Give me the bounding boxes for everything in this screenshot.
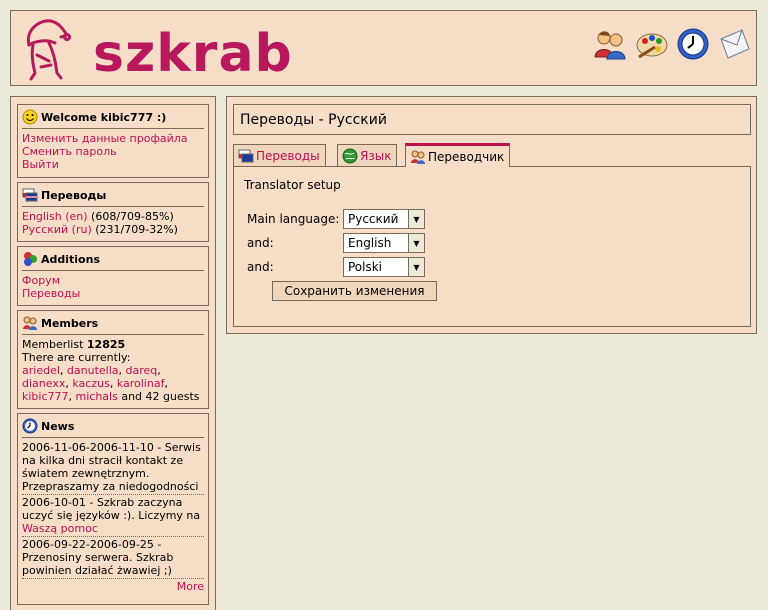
site-logo[interactable]: szkrab [15,15,305,86]
user-link-kibic777[interactable]: kibic777 [22,390,69,403]
save-button[interactable]: Сохранить изменения [272,281,437,301]
guests-text: and 42 guests [121,390,200,403]
additions-box: Additions Форум Переводы [17,246,209,306]
second-language-label: and: [247,236,274,250]
news-box: News 2006-11-06-2006-11-10 - Serwis na k… [17,413,209,605]
more-news-link[interactable]: More [177,580,204,593]
shapes-icon [24,252,37,266]
additions-title-text: Additions [41,252,100,266]
globe-icon [342,148,358,164]
news-title-text: News [41,419,75,433]
translation-item-ru: Русский (ru) (231/709-32%) [22,223,204,236]
members-title-text: Members [41,316,99,330]
forum-link[interactable]: Форум [22,274,60,287]
additions-title: Additions [22,251,204,271]
edit-profile-link[interactable]: Изменить данные профайла [22,132,188,145]
members-box: Members Memberlist 12825 There are curre… [17,310,209,409]
translation-item-en: English (en) (608/709-85%) [22,210,204,223]
second-language-row: and: English ▼ [247,233,425,253]
tab-language-label: Язык [360,149,392,163]
welcome-title-text: Welcome kibic777 :) [41,110,167,124]
smiley-icon [22,109,38,125]
page-title: Переводы - Русский [233,104,751,135]
panel-heading: Translator setup [244,178,341,192]
memberlist-label: Memberlist [22,338,84,351]
chevron-down-icon[interactable]: ▼ [408,234,424,252]
change-password-link[interactable]: Сменить пароль [22,145,117,158]
sidebar: Welcome kibic777 :) Изменить данные проф… [10,96,216,610]
news-text: 2006-10-01 - Szkrab zaczyna uczyć się ję… [22,496,201,522]
second-language-select[interactable]: English ▼ [343,233,425,253]
flags-icon [238,149,254,163]
third-language-value: Polski [348,260,383,274]
logout-link[interactable]: Выйти [22,158,59,171]
tab-language[interactable]: Язык [337,144,398,167]
translator-panel: Translator setup Main language: Русский … [233,166,751,327]
news-item: 2006-11-06-2006-11-10 - Serwis na kilka … [22,441,204,495]
translations-link[interactable]: Переводы [22,287,80,300]
tab-translations[interactable]: Переводы [233,144,326,167]
tab-translator[interactable]: Переводчик [405,143,511,167]
memberlist-count: 12825 [86,338,126,351]
news-title: News [22,418,204,438]
palette-icon[interactable] [635,27,669,61]
users-icon[interactable] [593,27,627,61]
third-language-row: and: Polski ▼ [247,257,425,277]
user-link-kaczus[interactable]: kaczus [72,377,109,390]
currently-text: There are currently: [22,351,131,364]
news-item: 2006-10-01 - Szkrab zaczyna uczyć się ję… [22,496,204,537]
memberlist-line: Memberlist 12825 [22,338,204,351]
envelope-icon[interactable] [718,27,752,61]
news-text: 2006-11-06-2006-11-10 - Serwis na kilka … [22,441,201,493]
translation-en-link[interactable]: English (en) [22,210,88,223]
user-link-dareq[interactable]: dareq [126,364,158,377]
second-language-value: English [348,236,392,250]
translations-box: Переводы English (en) (608/709-85%) Русс… [17,182,209,242]
chevron-down-icon[interactable]: ▼ [408,210,424,228]
main-language-value: Русский [348,212,399,226]
main-content: Переводы - Русский Переводы Язык Перевод… [226,96,757,334]
main-language-label: Main language: [247,212,340,226]
translations-title-text: Переводы [41,188,107,202]
main-language-select[interactable]: Русский ▼ [343,209,425,229]
translation-ru-stat: (231/709-32%) [95,223,178,236]
third-language-label: and: [247,260,274,274]
members-title: Members [22,315,204,335]
third-language-select[interactable]: Polski ▼ [343,257,425,277]
translation-en-stat: (608/709-85%) [91,210,174,223]
user-link-michals[interactable]: michals [76,390,118,403]
welcome-box: Welcome kibic777 :) Изменить данные проф… [17,104,209,178]
user-link-dianexx[interactable]: dianexx [22,377,65,390]
chevron-down-icon[interactable]: ▼ [408,258,424,276]
user-link-ariedel[interactable]: ariedel [22,364,60,377]
site-header: szkrab [10,10,757,86]
online-users: ariedel, danutella, dareq, dianexx, kacz… [22,364,200,403]
translations-title: Переводы [22,187,204,207]
clock-icon[interactable] [676,27,710,61]
main-language-row: Main language: Русский ▼ [247,209,425,229]
clock-icon [22,418,38,434]
news-text: 2006-09-22-2006-09-25 - Przenosiny serwe… [22,538,174,577]
flags-icon [22,188,38,202]
logo-text: szkrab [93,24,293,83]
user-link-karolinaf[interactable]: karolinaf [117,377,165,390]
tab-translations-label: Переводы [256,149,320,163]
users-icon [23,316,37,330]
users-icon [411,150,425,164]
help-link[interactable]: Waszą pomoc [22,522,98,535]
news-item: 2006-09-22-2006-09-25 - Przenosiny serwe… [22,538,204,579]
logo-image: szkrab [26,19,293,84]
user-link-danutella[interactable]: danutella [67,364,119,377]
translation-ru-link[interactable]: Русский (ru) [22,223,92,236]
tab-translator-label: Переводчик [428,149,505,164]
welcome-title: Welcome kibic777 :) [22,109,204,129]
